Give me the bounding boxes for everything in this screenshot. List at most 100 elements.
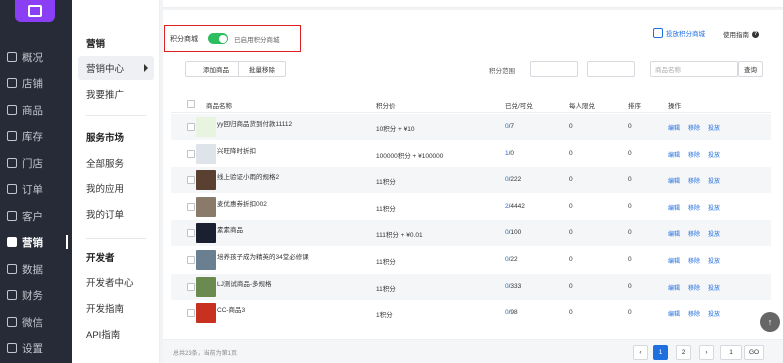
promo-link-label: 投放积分商城 bbox=[666, 31, 705, 38]
table-row: 培养孩子成为精英的34堂必修课 11积分 0/22 0 0 编辑 移除 投放 bbox=[171, 247, 771, 273]
edit-link[interactable]: 编辑 bbox=[668, 203, 680, 212]
remove-link[interactable]: 移除 bbox=[688, 256, 700, 265]
sort-value: 0 bbox=[628, 229, 632, 237]
row-checkbox[interactable] bbox=[187, 202, 195, 211]
place-link[interactable]: 投放 bbox=[708, 123, 720, 132]
points-max-input[interactable] bbox=[587, 61, 635, 77]
remove-link[interactable]: 移除 bbox=[688, 150, 700, 159]
primary-nav: 概况 店铺 商品 库存 门店 订单 客户 营销 数据 财务 微信 设置 bbox=[0, 0, 72, 363]
place-link[interactable]: 投放 bbox=[708, 256, 720, 265]
row-actions: 编辑 移除 投放 bbox=[668, 283, 720, 292]
product-thumbnail bbox=[196, 170, 216, 191]
place-link[interactable]: 投放 bbox=[708, 203, 720, 212]
next-page-button[interactable]: › bbox=[699, 345, 714, 360]
place-link[interactable]: 投放 bbox=[708, 150, 720, 159]
product-name: 培养孩子成为精英的34堂必修课 bbox=[217, 254, 309, 261]
remove-link[interactable]: 移除 bbox=[688, 283, 700, 292]
row-actions: 编辑 移除 投放 bbox=[668, 150, 720, 159]
product-thumbnail bbox=[196, 143, 216, 164]
place-link[interactable]: 投放 bbox=[708, 176, 720, 185]
remove-link[interactable]: 移除 bbox=[688, 229, 700, 238]
nav-shop[interactable]: 门店 bbox=[0, 150, 72, 176]
row-checkbox[interactable] bbox=[187, 256, 195, 264]
nav-label: 设置 bbox=[22, 342, 43, 355]
guide-link[interactable]: 使用指南 ? bbox=[723, 29, 759, 39]
row-checkbox[interactable] bbox=[187, 176, 195, 185]
exchanged-count: 0/100 bbox=[505, 229, 521, 236]
row-actions: 编辑 移除 投放 bbox=[668, 256, 720, 265]
sort-value: 0 bbox=[628, 309, 632, 317]
page-jump-input[interactable]: 1 bbox=[720, 345, 742, 360]
edit-link[interactable]: 编辑 bbox=[668, 150, 680, 159]
remove-link[interactable]: 移除 bbox=[688, 309, 700, 318]
place-link[interactable]: 投放 bbox=[708, 283, 720, 292]
edit-link[interactable]: 编辑 bbox=[668, 283, 680, 292]
shop-icon bbox=[7, 158, 17, 168]
remove-link[interactable]: 移除 bbox=[688, 123, 700, 132]
nav-marketing[interactable]: 营销 bbox=[0, 229, 72, 255]
nav-overview[interactable]: 概况 bbox=[0, 44, 72, 70]
guide-link-label: 使用指南 bbox=[723, 32, 749, 39]
nav-data[interactable]: 数据 bbox=[0, 256, 72, 282]
sidebar-item-dev-guide[interactable]: 开发指南 bbox=[78, 296, 154, 320]
nav-label: 概况 bbox=[22, 51, 43, 64]
nav-orders[interactable]: 订单 bbox=[0, 176, 72, 202]
sidebar-item-promote[interactable]: 我要推广 bbox=[78, 82, 154, 106]
points-price: 11积分 bbox=[376, 285, 396, 293]
nav-label: 店铺 bbox=[22, 77, 43, 90]
row-checkbox[interactable] bbox=[187, 229, 195, 238]
row-actions: 编辑 移除 投放 bbox=[668, 229, 720, 238]
select-all-checkbox[interactable] bbox=[187, 100, 195, 108]
sidebar-item-api-guide[interactable]: API指南 bbox=[78, 322, 154, 346]
exchanged-total: /98 bbox=[508, 309, 518, 317]
product-name: 素素商品 bbox=[217, 227, 243, 235]
header-name: 商品名称 bbox=[206, 103, 232, 110]
per-person-limit: 0 bbox=[569, 282, 573, 290]
row-checkbox[interactable] bbox=[187, 309, 195, 318]
secondary-nav: 营销 营销中心 我要推广 服务市场 全部服务 我的应用 我的订单 开发者 开发者… bbox=[72, 0, 160, 363]
nav-finance[interactable]: 财务 bbox=[0, 282, 72, 308]
prev-page-button[interactable]: ‹ bbox=[633, 345, 648, 360]
edit-link[interactable]: 编辑 bbox=[668, 229, 680, 238]
edit-link[interactable]: 编辑 bbox=[668, 176, 680, 185]
sidebar-item-my-apps[interactable]: 我的应用 bbox=[78, 176, 154, 200]
nav-inventory[interactable]: 库存 bbox=[0, 123, 72, 149]
sidebar-item-marketing-center[interactable]: 营销中心 bbox=[78, 56, 154, 80]
table-row: 线上验证小雨的规格2 11积分 0/222 0 0 编辑 移除 投放 bbox=[171, 167, 771, 194]
page-1-button[interactable]: 1 bbox=[653, 345, 668, 360]
per-person-limit: 0 bbox=[569, 202, 573, 210]
edit-link[interactable]: 编辑 bbox=[668, 256, 680, 265]
batch-remove-button[interactable]: 批量移除 bbox=[238, 61, 286, 77]
customer-icon bbox=[7, 211, 17, 221]
points-min-input[interactable] bbox=[530, 61, 578, 77]
nav-wechat[interactable]: 微信 bbox=[0, 309, 72, 335]
sidebar-item-all-services[interactable]: 全部服务 bbox=[78, 151, 154, 175]
page-2-button[interactable]: 2 bbox=[676, 345, 691, 360]
edit-link[interactable]: 编辑 bbox=[668, 309, 680, 318]
row-checkbox[interactable] bbox=[187, 149, 195, 158]
go-button[interactable]: GO bbox=[744, 345, 764, 360]
nav-store[interactable]: 店铺 bbox=[0, 70, 72, 96]
nav-goods[interactable]: 商品 bbox=[0, 97, 72, 123]
sidebar-item-dev-center[interactable]: 开发者中心 bbox=[78, 270, 154, 294]
remove-link[interactable]: 移除 bbox=[688, 176, 700, 185]
points-mall-toggle[interactable] bbox=[208, 33, 228, 44]
nav-customers[interactable]: 客户 bbox=[0, 203, 72, 229]
goods-name-input[interactable]: 商品名称 bbox=[650, 61, 738, 77]
edit-link[interactable]: 编辑 bbox=[668, 123, 680, 132]
logo-icon[interactable] bbox=[15, 0, 55, 22]
promo-link[interactable]: 投放积分商城 bbox=[653, 28, 705, 38]
sidebar-item-my-orders[interactable]: 我的订单 bbox=[78, 202, 154, 226]
place-link[interactable]: 投放 bbox=[708, 229, 720, 238]
cloud-upload-icon[interactable]: ↑ bbox=[760, 312, 780, 332]
table-row: 素素商品 111积分 + ¥0.01 0/100 0 0 编辑 移除 投放 bbox=[171, 220, 771, 247]
row-checkbox[interactable] bbox=[187, 123, 195, 131]
search-button[interactable]: 查询 bbox=[738, 61, 763, 77]
nav-settings[interactable]: 设置 bbox=[0, 335, 72, 361]
row-checkbox[interactable] bbox=[187, 282, 195, 291]
row-actions: 编辑 移除 投放 bbox=[668, 203, 720, 212]
product-name: yy回归商品货到付款11112 bbox=[217, 121, 293, 128]
remove-link[interactable]: 移除 bbox=[688, 203, 700, 212]
place-link[interactable]: 投放 bbox=[708, 309, 720, 318]
product-name: CC-商品3 bbox=[217, 307, 246, 315]
